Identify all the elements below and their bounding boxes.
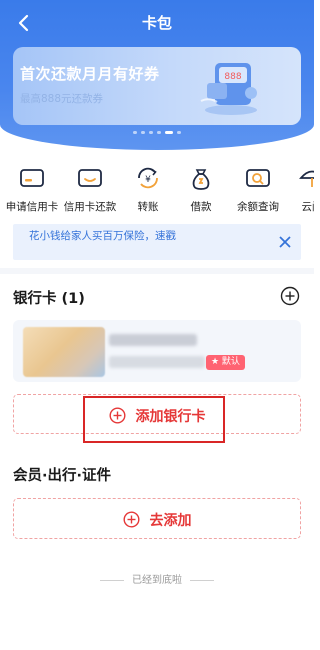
bank-card-thumbnail (23, 327, 105, 377)
pagination-dot-active (165, 131, 173, 134)
notice-bar[interactable]: 花小钱给家人买百万保险，速戳 (13, 224, 301, 260)
divider-line (100, 579, 124, 581)
add-circle-icon (122, 511, 140, 528)
func-yunshan[interactable]: 云闪 (282, 164, 314, 214)
section-divider (0, 268, 314, 274)
func-transfer[interactable]: ¥ 转账 (118, 164, 178, 214)
transfer-icon: ¥ (138, 167, 158, 189)
pagination-dot (133, 131, 137, 134)
bank-card-item[interactable]: ★ 默认 (13, 320, 301, 382)
page-title: 卡包 (141, 14, 172, 32)
card-repay-icon (78, 169, 102, 187)
member-add-label: 去添加 (149, 512, 192, 529)
banner-art-number: 888 (224, 72, 241, 82)
add-bank-card-plus-icon[interactable] (280, 286, 300, 306)
pagination-dot (141, 131, 145, 134)
coupon-illustration-icon: 888 (200, 63, 257, 115)
balance-search-icon (246, 169, 270, 187)
func-label: 借款 (190, 201, 212, 213)
end-of-list-text: 已经到底啦 (132, 575, 182, 586)
promo-banner[interactable]: 首次还款月月有好券 最高888元还款券 888 (13, 47, 301, 125)
notice-text: 花小钱给家人买百万保险，速戳 (29, 230, 176, 242)
func-balance-query[interactable]: 余额查询 (228, 164, 288, 214)
func-label: 申请信用卡 (5, 201, 59, 213)
bank-card-section-title: 银行卡 (1) (13, 291, 85, 307)
credit-card-icon (20, 169, 44, 187)
func-credit-card-repay[interactable]: 信用卡还款 (60, 164, 120, 214)
default-badge: ★ 默认 (206, 355, 245, 370)
quick-functions: 申请信用卡 信用卡还款 ¥ 转账 借款 余额查询 云 (0, 164, 314, 220)
member-section-title: 会员·出行·证件 (13, 468, 112, 484)
banner-title: 首次还款月月有好券 (20, 65, 160, 83)
member-add-button[interactable]: 去添加 (13, 498, 301, 539)
func-apply-credit-card[interactable]: 申请信用卡 (2, 164, 62, 214)
svg-text:¥: ¥ (145, 175, 151, 185)
header: 卡包 首次还款月月有好券 最高888元还款券 888 (0, 0, 314, 150)
func-loan[interactable]: 借款 (171, 164, 231, 214)
close-icon[interactable] (279, 236, 291, 248)
func-label: 转账 (137, 201, 159, 213)
banner-subtitle: 最高888元还款券 (20, 93, 104, 105)
card-number-redacted (109, 356, 205, 368)
pagination-dot (177, 131, 181, 134)
money-bag-icon (192, 169, 210, 190)
divider-line (190, 579, 214, 581)
umbrella-icon (299, 170, 314, 187)
highlight-annotation (83, 396, 225, 443)
end-of-list: 已经到底啦 (0, 571, 314, 586)
banner-pagination (0, 131, 314, 135)
func-label: 余额查询 (237, 201, 279, 213)
bank-name-redacted (109, 334, 197, 346)
func-label: 信用卡还款 (63, 201, 117, 213)
pagination-dot (149, 131, 153, 134)
pagination-dot (157, 131, 161, 134)
func-label: 云闪 (301, 201, 315, 213)
